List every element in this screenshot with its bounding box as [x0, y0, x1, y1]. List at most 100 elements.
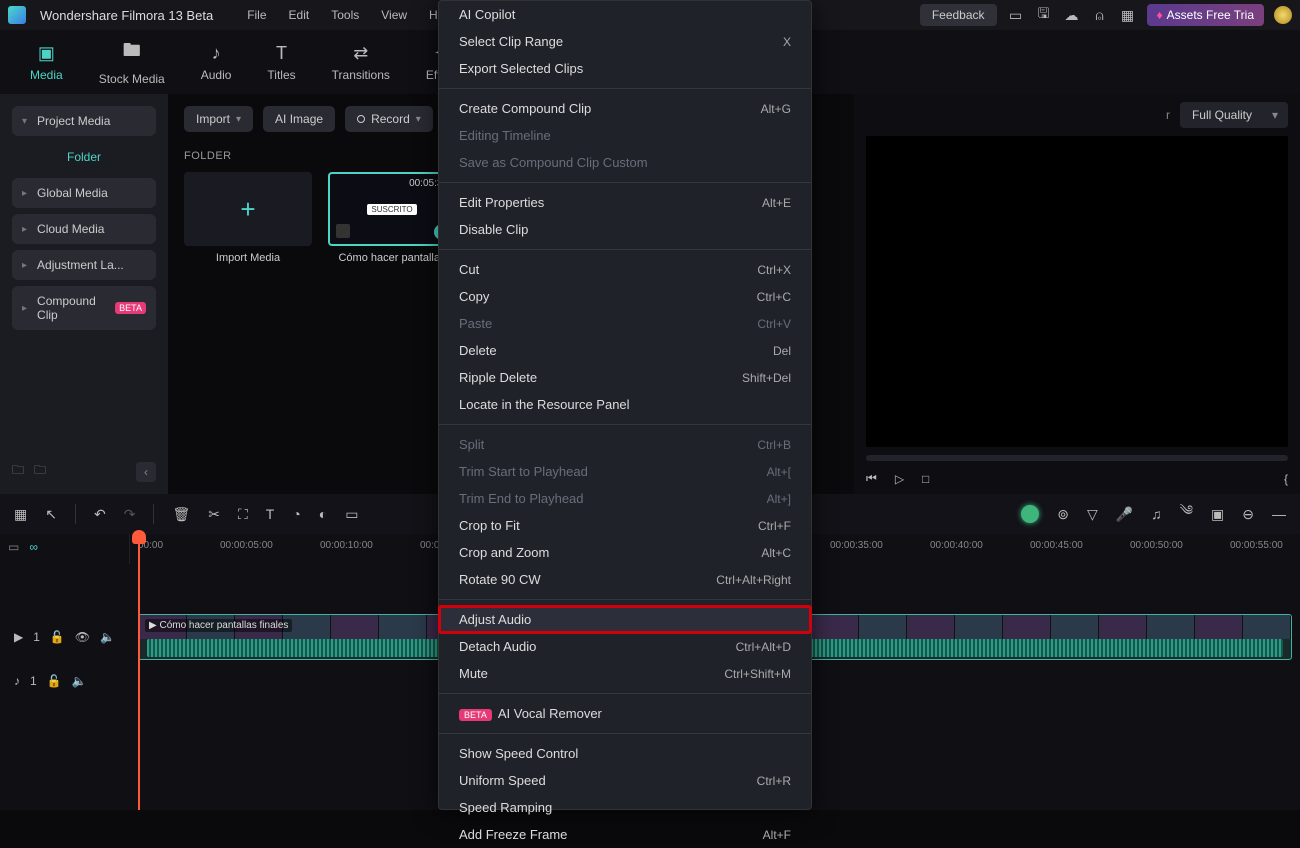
- render-icon[interactable]: ▣: [1211, 506, 1224, 523]
- sidebar-cloud-media[interactable]: ▸Cloud Media: [12, 214, 156, 244]
- quality-dropdown[interactable]: Full Quality: [1180, 102, 1288, 128]
- ctx-rotate-90-cw[interactable]: Rotate 90 CWCtrl+Alt+Right: [439, 566, 811, 593]
- ctx-add-freeze-frame[interactable]: Add Freeze FrameAlt+F: [439, 821, 811, 848]
- ctx-ripple-delete[interactable]: Ripple DeleteShift+Del: [439, 364, 811, 391]
- preview-scrubber[interactable]: [866, 455, 1288, 461]
- grid-icon[interactable]: ▦: [1119, 6, 1137, 24]
- assets-button[interactable]: ♦Assets Free Tria: [1147, 4, 1264, 26]
- ctx-uniform-speed[interactable]: Uniform SpeedCtrl+R: [439, 767, 811, 794]
- mute-icon[interactable]: 🔈: [72, 674, 87, 688]
- collapse-sidebar-icon[interactable]: ‹: [136, 462, 156, 482]
- ai-icon[interactable]: [1021, 505, 1039, 523]
- ctx-save-as-compound-clip-custom: Save as Compound Clip Custom: [439, 149, 811, 176]
- marker-icon[interactable]: ▽: [1087, 506, 1098, 523]
- tab-media[interactable]: ▣Media: [30, 43, 63, 82]
- ai-image-button[interactable]: AI Image: [263, 106, 335, 132]
- ctx-cut[interactable]: CutCtrl+X: [439, 256, 811, 283]
- text-icon[interactable]: T: [266, 506, 275, 522]
- speed-icon[interactable]: ◔: [292, 506, 300, 522]
- tab-transitions[interactable]: ⇄Transitions: [332, 43, 390, 82]
- tab-stock-media[interactable]: 🖿Stock Media: [99, 38, 165, 86]
- ctx-detach-audio[interactable]: Detach AudioCtrl+Alt+D: [439, 633, 811, 660]
- ctx-adjust-audio[interactable]: Adjust Audio: [439, 606, 811, 633]
- save-icon[interactable]: 🖫: [1035, 6, 1053, 24]
- new-bin-icon[interactable]: 🗀: [34, 461, 46, 482]
- crop-icon[interactable]: ⛶: [238, 506, 248, 523]
- split-icon[interactable]: ✂: [208, 506, 220, 523]
- redo-icon[interactable]: ↷: [124, 506, 136, 523]
- ctx-split: SplitCtrl+B: [439, 431, 811, 458]
- mute-icon[interactable]: 🔈: [100, 630, 115, 644]
- headphones-icon[interactable]: ⍝: [1091, 6, 1109, 24]
- ctx-ai-vocal-remover[interactable]: BETAAI Vocal Remover: [439, 700, 811, 727]
- sidebar-global-media[interactable]: ▸Global Media: [12, 178, 156, 208]
- menu-tools[interactable]: Tools: [331, 8, 359, 22]
- mixer-icon[interactable]: ⊚: [1057, 506, 1069, 523]
- titles-icon: T: [276, 43, 287, 64]
- shortcut-label: Alt+C: [761, 546, 791, 560]
- menu-view[interactable]: View: [381, 8, 407, 22]
- delete-icon[interactable]: 🗑: [172, 506, 190, 523]
- record-icon: [357, 115, 365, 123]
- ctx-edit-properties[interactable]: Edit PropertiesAlt+E: [439, 189, 811, 216]
- more-icon[interactable]: ▭: [345, 506, 358, 523]
- stop-icon[interactable]: □: [922, 472, 929, 486]
- shortcut-label: Ctrl+X: [757, 263, 791, 277]
- ctx-export-selected-clips[interactable]: Export Selected Clips: [439, 55, 811, 82]
- layout-icon[interactable]: ▦: [14, 506, 27, 523]
- play-icon[interactable]: ▷: [895, 472, 904, 486]
- ctx-locate-in-the-resource-panel[interactable]: Locate in the Resource Panel: [439, 391, 811, 418]
- ctx-ai-copilot[interactable]: AI Copilot: [439, 1, 811, 28]
- video-track-icon: ▶: [14, 630, 23, 644]
- ctx-copy[interactable]: CopyCtrl+C: [439, 283, 811, 310]
- link-icon[interactable]: ∞: [29, 540, 38, 558]
- ctx-mute[interactable]: MuteCtrl+Shift+M: [439, 660, 811, 687]
- music-icon[interactable]: ♫: [1151, 506, 1162, 522]
- preview-canvas[interactable]: [866, 136, 1288, 447]
- cloud-icon[interactable]: ☁: [1063, 6, 1081, 24]
- ctx-show-speed-control[interactable]: Show Speed Control: [439, 740, 811, 767]
- new-folder-icon[interactable]: 🗀: [12, 461, 24, 482]
- ctx-disable-clip[interactable]: Disable Clip: [439, 216, 811, 243]
- undo-icon[interactable]: ↶: [94, 506, 106, 523]
- settings-icon[interactable]: {: [1284, 472, 1288, 486]
- sidebar-project-media[interactable]: ▾Project Media: [12, 106, 156, 136]
- tab-audio[interactable]: ♪Audio: [201, 43, 232, 82]
- ctx-crop-to-fit[interactable]: Crop to FitCtrl+F: [439, 512, 811, 539]
- ctx-speed-ramping[interactable]: Speed Ramping: [439, 794, 811, 821]
- ctx-crop-and-zoom[interactable]: Crop and ZoomAlt+C: [439, 539, 811, 566]
- lock-icon[interactable]: 🔓: [50, 630, 65, 644]
- menu-edit[interactable]: Edit: [289, 8, 310, 22]
- menu-file[interactable]: File: [247, 8, 266, 22]
- eye-icon[interactable]: 👁: [75, 630, 90, 644]
- zoom-line-icon[interactable]: —: [1272, 506, 1286, 522]
- cursor-icon[interactable]: ↖: [45, 506, 57, 523]
- import-media-tile[interactable]: +: [184, 172, 312, 246]
- zoom-out-icon[interactable]: ⊖: [1242, 506, 1254, 523]
- tab-titles[interactable]: TTitles: [267, 43, 295, 82]
- shortcut-label: Ctrl+F: [758, 519, 791, 533]
- clip-label: Cómo hacer pantallas: [328, 252, 456, 264]
- media-clip-tile[interactable]: 00:05:38 SUSCRITO ✓: [328, 172, 456, 246]
- import-dropdown[interactable]: Import▾: [184, 106, 253, 132]
- plus-icon: +: [240, 194, 255, 225]
- user-avatar[interactable]: [1274, 6, 1292, 24]
- mic-icon[interactable]: 🎤: [1116, 506, 1133, 523]
- ctx-select-clip-range[interactable]: Select Clip RangeX: [439, 28, 811, 55]
- sidebar-adjustment-layer[interactable]: ▸Adjustment La...: [12, 250, 156, 280]
- sidebar-compound-clip[interactable]: ▸Compound ClipBETA: [12, 286, 156, 330]
- chevron-right-icon: ▸: [22, 303, 27, 314]
- track-manager-icon[interactable]: ▭: [8, 540, 19, 558]
- step-back-icon[interactable]: ⏮: [866, 471, 877, 486]
- lock-icon[interactable]: 🔓: [47, 674, 62, 688]
- playhead[interactable]: [138, 534, 140, 810]
- ctx-delete[interactable]: DeleteDel: [439, 337, 811, 364]
- color-icon[interactable]: ◐: [319, 506, 327, 522]
- ctx-create-compound-clip[interactable]: Create Compound ClipAlt+G: [439, 95, 811, 122]
- display-icon[interactable]: ▭: [1007, 6, 1025, 24]
- preview-panel: r Full Quality ⏮ ▷ □ {: [854, 94, 1300, 494]
- feedback-button[interactable]: Feedback: [920, 4, 997, 26]
- adjust-icon[interactable]: ༄: [1180, 494, 1193, 534]
- sidebar-folder[interactable]: Folder: [12, 142, 156, 172]
- record-dropdown[interactable]: Record▾: [345, 106, 433, 132]
